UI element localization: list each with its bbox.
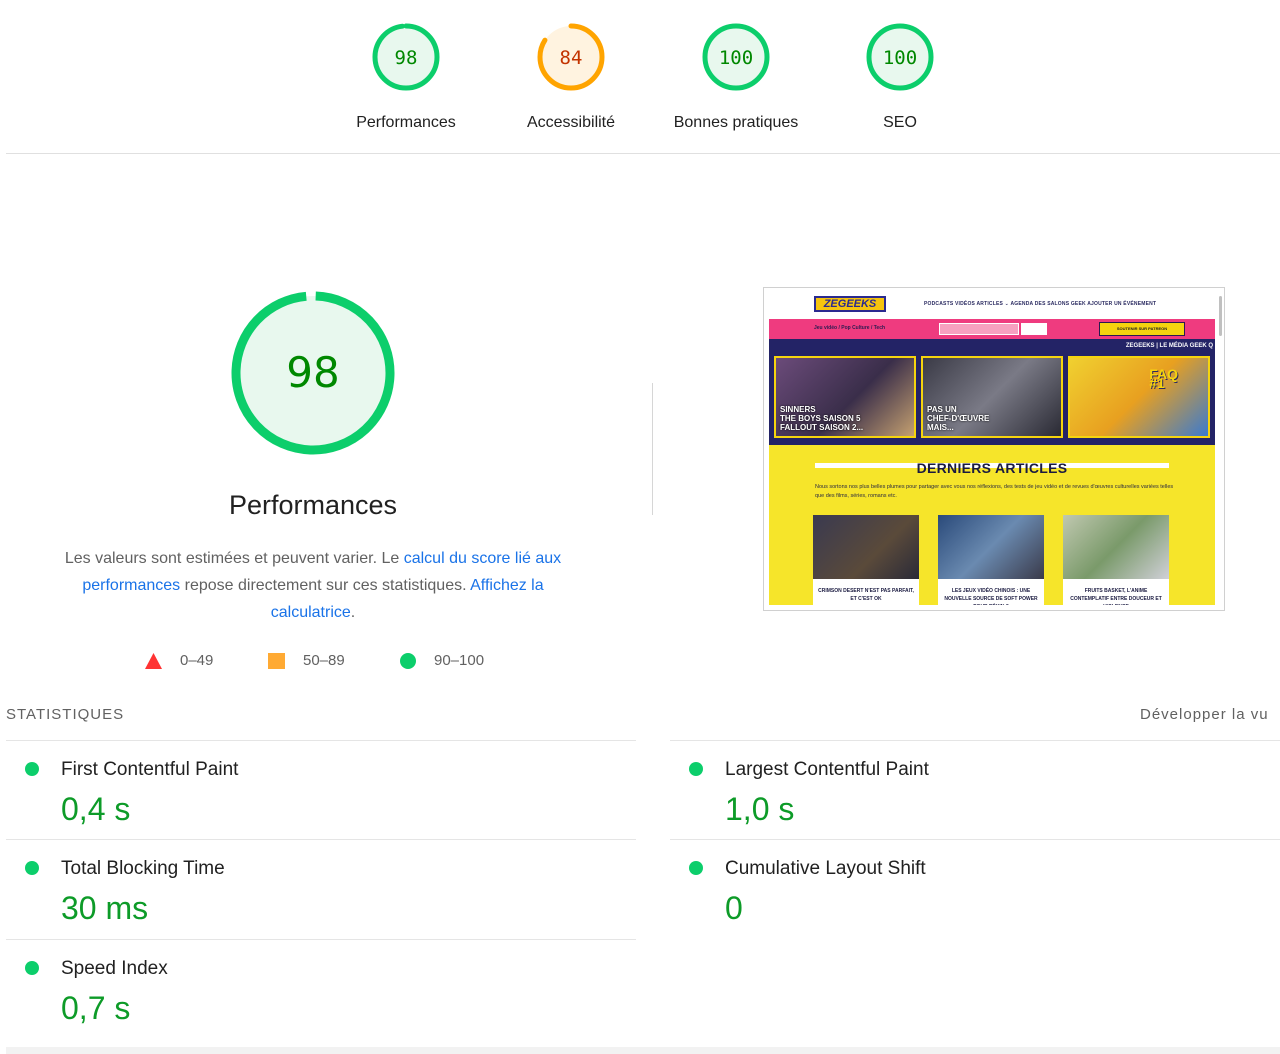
- gauge-accessibilite[interactable]: 84 Accessibilité: [496, 22, 646, 132]
- performance-title: Performances: [228, 490, 398, 520]
- gauge-label: Performances: [356, 114, 456, 131]
- site-nav: ZEGEEKS PODCASTS VIDÉOS ARTICLES ⌄ AGEND…: [764, 288, 1224, 318]
- gauge-ring-icon: 98: [372, 23, 440, 91]
- metric-total-blocking-time: Total Blocking Time 30 ms: [6, 841, 606, 931]
- square-icon: [268, 652, 285, 669]
- article-card: FRUITS BASKET, L'ANIME CONTEMPLATIF ENTR…: [1063, 515, 1169, 605]
- divider: [6, 153, 1280, 154]
- site-menu: PODCASTS VIDÉOS ARTICLES ⌄ AGENDA DES SA…: [924, 301, 1157, 307]
- article-title: FRUITS BASKET, L'ANIME CONTEMPLATIF ENTR…: [1070, 588, 1162, 605]
- gauge-score: 84: [560, 47, 583, 69]
- metric-name: Cumulative Layout Shift: [725, 858, 926, 879]
- gauge-label: SEO: [883, 114, 917, 131]
- divider: [652, 383, 653, 515]
- hero-tile-text: PAS UN CHEF-D'ŒUVRE MAIS...: [927, 405, 990, 432]
- triangle-icon: [145, 652, 162, 669]
- section-bottom-border: [6, 1047, 1280, 1054]
- hero-tile: FAQ #1: [1068, 356, 1210, 438]
- pass-circle-icon: [689, 762, 703, 776]
- section-title: DERNIERS ARTICLES: [916, 460, 1068, 476]
- legend-label: 0–49: [180, 652, 214, 669]
- gauge-score: 98: [395, 47, 418, 69]
- metric-name: First Contentful Paint: [61, 759, 239, 780]
- gauge-ring-icon: 100: [866, 23, 934, 91]
- desc-text: .: [350, 604, 356, 621]
- article-image: [813, 515, 919, 579]
- pass-circle-icon: [689, 861, 703, 875]
- site-articles-section: DERNIERS ARTICLES Nous sortons nos plus …: [769, 445, 1215, 605]
- site-band-tag: ZEGEEKS | LE MÉDIA GEEK Q: [1125, 343, 1213, 349]
- pass-circle-icon: [25, 961, 39, 975]
- pass-circle-icon: [25, 861, 39, 875]
- site-tagline: Jeu vidéo / Pop Culture / Tech: [814, 325, 886, 331]
- site-logo: ZEGEEKS: [814, 296, 886, 312]
- metric-value: 0,7 s: [61, 990, 131, 1026]
- gauge-performances[interactable]: 98 Performances: [331, 22, 481, 132]
- gauge-ring-icon: 84: [537, 23, 605, 91]
- performance-score: 98: [286, 348, 339, 397]
- metric-name: Largest Contentful Paint: [725, 759, 929, 780]
- final-screenshot[interactable]: ZEGEEKS PODCASTS VIDÉOS ARTICLES ⌄ AGEND…: [763, 287, 1225, 611]
- metric-value: 0,4 s: [61, 791, 131, 827]
- desc-text: repose directement sur ces statistiques.: [180, 577, 471, 594]
- article-image: [1063, 515, 1169, 579]
- metric-value: 0: [725, 890, 743, 926]
- divider: [6, 740, 636, 741]
- legend-item-pass: 90–100: [400, 652, 484, 669]
- gauge-bonnes-pratiques[interactable]: 100 Bonnes pratiques: [661, 22, 811, 132]
- divider: [670, 839, 1280, 840]
- site-patreon-button: SOUTENIR SUR PATREON: [1099, 322, 1185, 336]
- gauge-label: Accessibilité: [526, 114, 616, 131]
- article-card: LES JEUX VIDÉO CHINOIS : UNE NOUVELLE SO…: [938, 515, 1044, 605]
- article-image: [938, 515, 1044, 579]
- gauge-score: 100: [883, 47, 917, 69]
- metric-value: 1,0 s: [725, 791, 795, 827]
- legend-label: 90–100: [434, 652, 485, 669]
- gauge-ring-icon: 100: [702, 23, 770, 91]
- legend-item-fail: 0–49: [145, 652, 213, 669]
- divider: [6, 939, 636, 940]
- metric-cumulative-layout-shift: Cumulative Layout Shift 0: [670, 841, 1270, 931]
- metric-first-contentful-paint: First Contentful Paint 0,4 s: [6, 742, 606, 832]
- metric-speed-index: Speed Index 0,7 s: [6, 941, 606, 1031]
- pass-circle-icon: [25, 762, 39, 776]
- legend-label: 50–89: [303, 652, 345, 669]
- score-legend: 0–49 50–89 90–100: [0, 652, 626, 676]
- performance-gauge: 98: [231, 291, 395, 455]
- hero-tile-text: SINNERS THE BOYS SAISON 5 FALLOUT SAISON…: [780, 405, 864, 432]
- metric-value: 30 ms: [61, 890, 149, 926]
- hero-tile-text: FAQ #1: [1149, 366, 1178, 391]
- score-gauges: 98 Performances 84 Accessibilité 100 Bon…: [0, 0, 1280, 154]
- article-card: CRIMSON DESERT N'EST PAS PARFAIT, ET C'E…: [813, 515, 919, 605]
- gauge-seo[interactable]: 100 SEO: [825, 22, 975, 132]
- expand-view-button[interactable]: Développer la vu: [1140, 706, 1269, 723]
- metric-largest-contentful-paint: Largest Contentful Paint 1,0 s: [670, 742, 1270, 832]
- divider: [670, 740, 1280, 741]
- thumbnail-scrollbar: [1219, 296, 1222, 336]
- article-title: LES JEUX VIDÉO CHINOIS : UNE NOUVELLE SO…: [944, 588, 1038, 605]
- divider: [6, 839, 636, 840]
- desc-text: Les valeurs sont estimées et peuvent var…: [64, 550, 404, 567]
- statistics-heading: STATISTIQUES: [6, 706, 125, 723]
- hero-tile: SINNERS THE BOYS SAISON 5 FALLOUT SAISON…: [774, 356, 916, 438]
- legend-item-average: 50–89: [268, 652, 345, 669]
- site-search-box: [939, 323, 1019, 335]
- site-top-bar: Jeu vidéo / Pop Culture / Tech SOUTENIR …: [769, 319, 1215, 339]
- hero-tile: PAS UN CHEF-D'ŒUVRE MAIS...: [921, 356, 1063, 438]
- site-search-button: [1021, 323, 1047, 335]
- metric-name: Speed Index: [61, 958, 168, 979]
- metric-name: Total Blocking Time: [61, 858, 225, 879]
- circle-icon: [400, 652, 416, 669]
- section-subtitle: Nous sortons nos plus belles plumes pour…: [815, 484, 1174, 499]
- performance-description: Les valeurs sont estimées et peuvent var…: [60, 545, 566, 626]
- gauge-score: 100: [719, 47, 753, 69]
- article-title: CRIMSON DESERT N'EST PAS PARFAIT, ET C'E…: [818, 588, 914, 602]
- gauge-label: Bonnes pratiques: [673, 114, 799, 131]
- site-hero: ZEGEEKS | LE MÉDIA GEEK Q SINNERS THE BO…: [769, 339, 1215, 445]
